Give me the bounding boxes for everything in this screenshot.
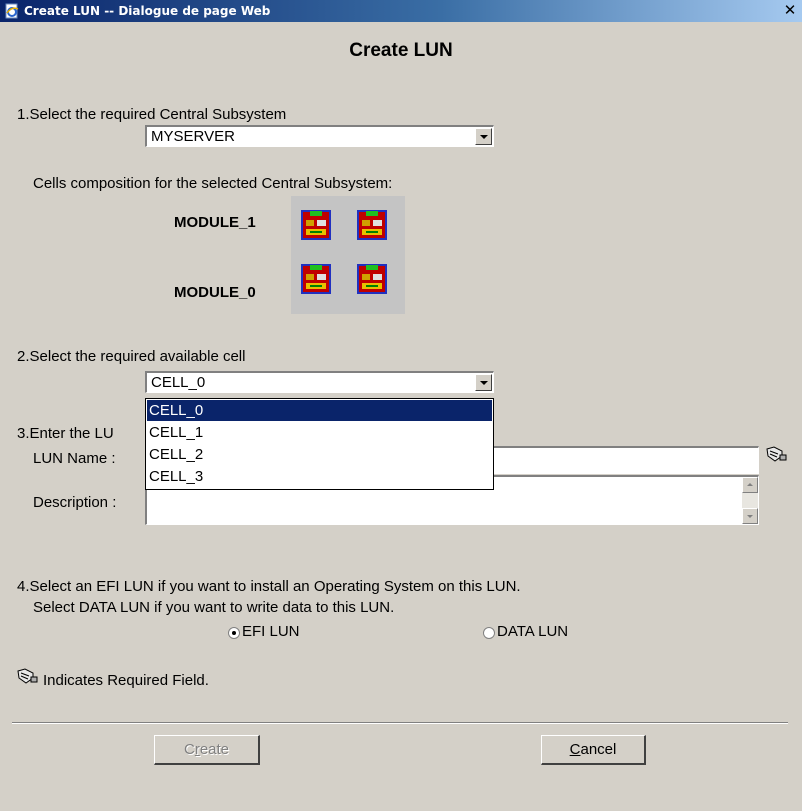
page-title: Create LUN — [349, 40, 453, 61]
required-field-legend: Indicates Required Field. — [43, 672, 209, 689]
central-subsystem-select[interactable]: MYSERVER — [145, 125, 494, 147]
scroll-up-icon[interactable] — [742, 477, 758, 493]
cell-board-icon[interactable] — [301, 210, 331, 240]
close-icon[interactable]: ✕ — [782, 2, 798, 18]
required-field-icon — [766, 446, 787, 462]
cell-option-3[interactable]: CELL_3 — [147, 466, 492, 487]
module-1-label: MODULE_1 — [174, 214, 256, 231]
step3-label: 3.Enter the LU — [17, 425, 114, 442]
separator — [12, 722, 788, 724]
cell-select[interactable]: CELL_0 — [145, 371, 494, 393]
ie-page-icon — [5, 3, 19, 19]
efi-lun-radio[interactable] — [228, 627, 240, 639]
step2-label: 2.Select the required available cell — [17, 348, 246, 365]
lun-name-label: LUN Name : — [33, 450, 116, 467]
cells-caption: Cells composition for the selected Centr… — [33, 175, 393, 192]
cells-composition-panel — [291, 196, 405, 314]
module-0-label: MODULE_0 — [174, 284, 256, 301]
central-subsystem-value: MYSERVER — [151, 128, 235, 145]
data-lun-radio[interactable] — [483, 627, 495, 639]
cell-board-icon[interactable] — [301, 264, 331, 294]
cancel-button[interactable]: Cancel — [541, 735, 646, 765]
description-scrollbar[interactable] — [742, 477, 758, 524]
cell-dropdown-list[interactable]: CELL_0 CELL_1 CELL_2 CELL_3 — [145, 398, 494, 490]
step4-line2: Select DATA LUN if you want to write dat… — [33, 599, 395, 616]
data-lun-label[interactable]: DATA LUN — [497, 623, 568, 640]
cell-option-1[interactable]: CELL_1 — [147, 422, 492, 443]
cell-board-icon[interactable] — [357, 210, 387, 240]
window-title: Create LUN -- Dialogue de page Web — [24, 4, 271, 18]
chevron-down-icon[interactable] — [475, 374, 492, 391]
step1-label: 1.Select the required Central Subsystem — [17, 106, 287, 123]
title-bar: Create LUN -- Dialogue de page Web ✕ — [0, 0, 802, 22]
efi-lun-label[interactable]: EFI LUN — [242, 623, 300, 640]
cell-select-value: CELL_0 — [151, 374, 206, 391]
cell-board-icon[interactable] — [357, 264, 387, 294]
description-label: Description : — [33, 494, 117, 511]
cell-option-2[interactable]: CELL_2 — [147, 444, 492, 465]
required-field-icon — [17, 668, 38, 684]
chevron-down-icon[interactable] — [475, 128, 492, 145]
scroll-down-icon[interactable] — [742, 508, 758, 524]
create-button[interactable]: Create — [154, 735, 260, 765]
cell-option-0[interactable]: CELL_0 — [147, 400, 492, 421]
step4-line1: 4.Select an EFI LUN if you want to insta… — [17, 578, 521, 595]
